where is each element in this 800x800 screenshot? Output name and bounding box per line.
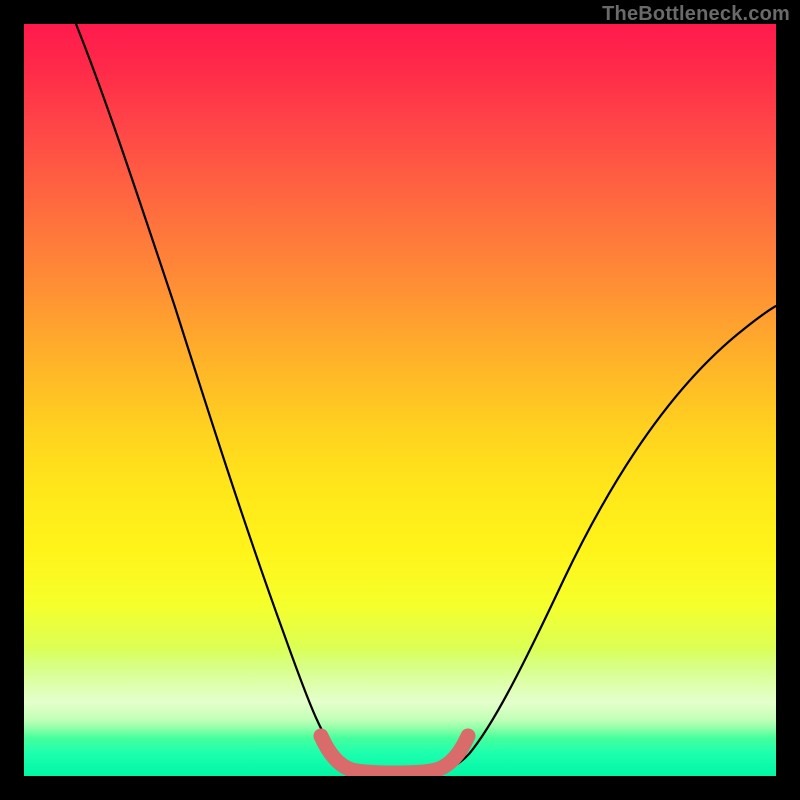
curve-layer	[24, 24, 776, 776]
highlight-glow-band	[24, 648, 776, 738]
trough-highlight	[321, 736, 468, 773]
watermark-text: TheBottleneck.com	[602, 3, 790, 26]
bottleneck-curve	[76, 24, 776, 772]
chart-frame: TheBottleneck.com	[0, 0, 800, 800]
plot-area	[24, 24, 776, 776]
